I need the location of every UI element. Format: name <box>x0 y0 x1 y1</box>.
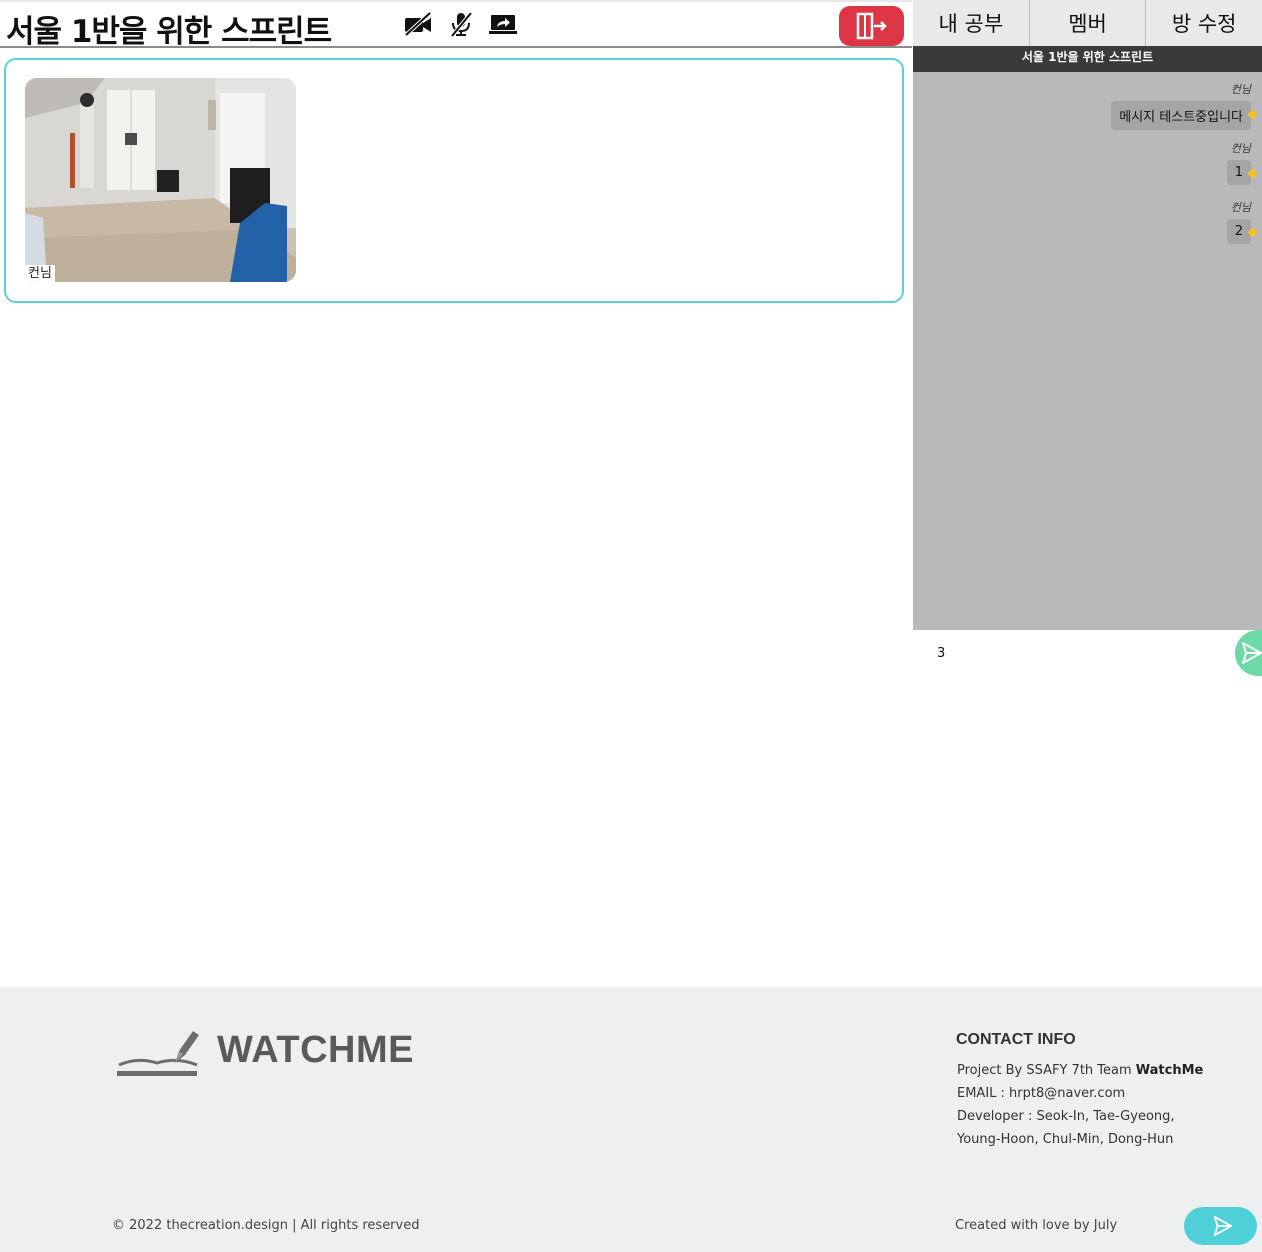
team-name: WatchMe <box>1135 1063 1204 1078</box>
screen-share-icon[interactable] <box>489 11 519 37</box>
tab-edit-room[interactable]: 방 수정 <box>1145 0 1262 46</box>
contact-info: Project By SSAFY 7th Team WatchMe EMAIL … <box>957 1059 1217 1151</box>
webcam-feed-image <box>25 78 296 282</box>
chat-input-row <box>913 630 1262 676</box>
room-title: 서울 1반을 위한 스프린트 <box>6 14 332 50</box>
message-bubble: 메시지 테스트중입니다 <box>1111 101 1251 130</box>
participant-name-label: 컨님 <box>25 265 55 282</box>
chat-messages: 컨님 메시지 테스트중입니다 컨님 1 컨님 2 <box>913 72 1262 630</box>
tab-my-study[interactable]: 내 공부 <box>913 0 1029 46</box>
footer-send-button[interactable] <box>1184 1207 1257 1245</box>
chat-message: 컨님 2 <box>1226 199 1251 244</box>
study-room-page: 서울 1반을 위한 스프린트 컨님 내 공부 멤버 방 수정 서울 1반을 위한… <box>0 0 1262 1252</box>
contact-project: Project By SSAFY 7th Team WatchMe <box>957 1063 1204 1078</box>
video-grid: 컨님 <box>4 58 904 303</box>
watchme-logo-icon <box>117 1031 199 1076</box>
chat-message: 컨님 메시지 테스트중입니다 <box>1111 81 1251 130</box>
side-tabs: 내 공부 멤버 방 수정 <box>913 0 1262 46</box>
message-bubble: 2 <box>1226 219 1251 244</box>
mic-off-icon[interactable] <box>446 11 476 37</box>
room-header: 서울 1반을 위한 스프린트 <box>0 0 912 50</box>
message-sender: 컨님 <box>1230 83 1251 96</box>
contact-email: EMAIL : hrpt8@naver.com <box>957 1086 1126 1101</box>
message-sender: 컨님 <box>1230 201 1251 214</box>
send-icon <box>1242 642 1262 664</box>
exit-room-button[interactable] <box>839 6 904 46</box>
exit-door-icon <box>856 12 887 40</box>
chat-send-button[interactable] <box>1235 630 1262 676</box>
message-sender: 컨님 <box>1230 142 1251 155</box>
participant-video[interactable]: 컨님 <box>25 78 296 282</box>
chat-title: 서울 1반을 위한 스프린트 <box>913 46 1262 72</box>
chat-input[interactable] <box>919 636 1229 670</box>
contact-developers: Developer : Seok-In, Tae-Gyeong, Young-H… <box>957 1109 1175 1147</box>
created-by-text: Created with love by July <box>955 1218 1118 1233</box>
tab-members[interactable]: 멤버 <box>1028 0 1146 46</box>
copyright-text: © 2022 thecreation.design | All rights r… <box>112 1218 420 1233</box>
video-off-icon[interactable] <box>403 11 433 37</box>
footer-brand: WATCHME <box>217 1029 414 1071</box>
site-footer: WATCHME CONTACT INFO Project By SSAFY 7t… <box>0 987 1262 1252</box>
message-bubble: 1 <box>1226 160 1251 185</box>
contact-title: CONTACT INFO <box>956 1031 1076 1048</box>
send-icon <box>1213 1215 1233 1237</box>
chat-message: 컨님 1 <box>1226 140 1251 185</box>
